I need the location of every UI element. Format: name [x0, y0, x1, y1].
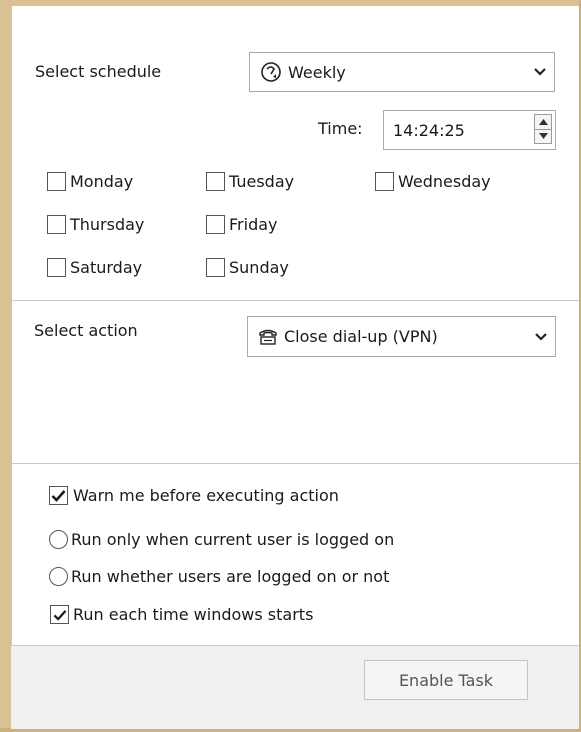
time-label: Time:	[318, 119, 363, 138]
spin-up-icon[interactable]	[535, 115, 551, 129]
select-action-label: Select action	[34, 321, 138, 340]
telephone-icon	[258, 328, 278, 346]
checkbox-sunday[interactable]	[206, 258, 225, 277]
chevron-down-icon	[526, 68, 554, 76]
schedule-dropdown-value: Weekly	[288, 62, 346, 82]
checkbox-tuesday[interactable]	[206, 172, 225, 191]
checkmark-icon	[51, 490, 66, 502]
checkbox-monday[interactable]	[47, 172, 66, 191]
time-spinner[interactable]	[534, 114, 552, 144]
checkmark-icon	[53, 609, 66, 621]
day-label-tuesday: Tuesday	[229, 172, 295, 191]
checkbox-friday[interactable]	[206, 215, 225, 234]
time-picker[interactable]: 14:24:25	[383, 110, 556, 150]
chevron-down-icon	[527, 332, 555, 341]
checkbox-wednesday[interactable]	[375, 172, 394, 191]
checkbox-run-each-start[interactable]	[50, 605, 69, 624]
section-divider	[11, 300, 579, 301]
run-whether-label: Run whether users are logged on or not	[71, 567, 390, 586]
day-label-monday: Monday	[70, 172, 134, 191]
checkbox-saturday[interactable]	[47, 258, 66, 277]
day-label-thursday: Thursday	[70, 215, 145, 234]
radio-run-logged-on[interactable]	[49, 530, 68, 549]
action-dropdown[interactable]: Close dial-up (VPN)	[247, 316, 556, 357]
spin-down-icon[interactable]	[535, 128, 551, 144]
run-each-start-label: Run each time windows starts	[73, 605, 314, 624]
day-label-wednesday: Wednesday	[398, 172, 491, 191]
day-label-saturday: Saturday	[70, 258, 143, 277]
day-label-sunday: Sunday	[229, 258, 289, 277]
select-schedule-label: Select schedule	[35, 62, 162, 81]
section-divider	[11, 463, 579, 464]
time-value: 14:24:25	[393, 120, 465, 140]
action-dropdown-value: Close dial-up (VPN)	[284, 327, 438, 346]
enable-task-button[interactable]: Enable Task	[364, 660, 528, 700]
radio-run-whether[interactable]	[49, 567, 68, 586]
window-frame-left	[0, 0, 11, 732]
schedule-dropdown[interactable]: Weekly	[249, 52, 555, 92]
run-logged-on-label: Run only when current user is logged on	[71, 530, 395, 549]
checkbox-warn[interactable]	[49, 486, 68, 505]
recurring-clock-icon	[260, 61, 282, 83]
warn-label: Warn me before executing action	[73, 486, 339, 505]
day-label-friday: Friday	[229, 215, 278, 234]
checkbox-thursday[interactable]	[47, 215, 66, 234]
